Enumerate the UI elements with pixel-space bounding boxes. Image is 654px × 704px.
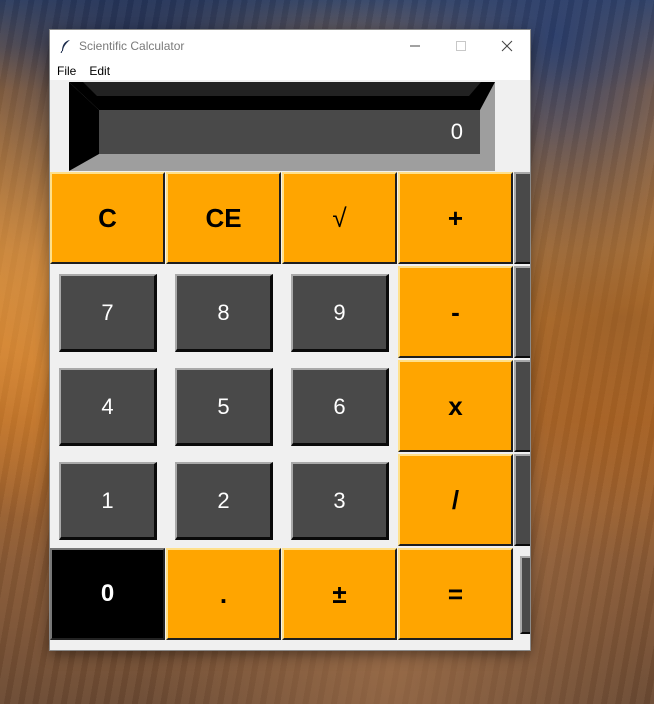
digit-4-button[interactable]: 4 [59,368,157,446]
subtract-button[interactable]: - [398,266,513,358]
sign-toggle-button[interactable]: ± [282,548,397,640]
equals-button[interactable]: = [398,548,513,640]
maximize-icon [456,40,466,51]
scientific-key-partial[interactable] [520,556,530,634]
digit-1-button[interactable]: 1 [59,462,157,540]
digit-6-button[interactable]: 6 [291,368,389,446]
clear-entry-button[interactable]: CE [166,172,281,264]
display-frame: 0 [69,82,495,171]
scientific-key-partial[interactable] [514,454,530,546]
close-icon [501,40,513,51]
digit-5-button[interactable]: 5 [175,368,273,446]
scientific-key-partial[interactable] [514,266,530,358]
digit-7-button[interactable]: 7 [59,274,157,352]
display-bevel-inner [83,82,481,96]
calculator-window: Scientific Calculator File Edit 0 C CE √… [50,30,530,650]
display-area: 0 [50,80,530,171]
add-button[interactable]: + [398,172,513,264]
window-title: Scientific Calculator [79,38,185,53]
divide-button[interactable]: / [398,454,513,546]
sqrt-button[interactable]: √ [282,172,397,264]
clear-button[interactable]: C [50,172,165,264]
digit-0-button[interactable]: 0 [50,548,165,640]
digit-8-button[interactable]: 8 [175,274,273,352]
feather-icon [58,38,74,54]
multiply-button[interactable]: x [398,360,513,452]
decimal-button[interactable]: . [166,548,281,640]
window-bottom [50,640,530,650]
display-value: 0 [450,119,463,144]
maximize-button[interactable] [438,30,484,61]
title-bar[interactable]: Scientific Calculator [50,30,530,61]
menu-file[interactable]: File [50,64,82,78]
close-button[interactable] [484,30,530,61]
display-screen[interactable]: 0 [99,110,480,154]
menu-edit[interactable]: Edit [82,64,116,78]
minimize-icon [410,45,420,46]
digit-3-button[interactable]: 3 [291,462,389,540]
scientific-key-partial[interactable] [514,172,530,264]
digit-9-button[interactable]: 9 [291,274,389,352]
digit-2-button[interactable]: 2 [175,462,273,540]
minimize-button[interactable] [392,30,438,61]
menu-bar: File Edit [50,61,530,80]
scientific-key-partial[interactable] [514,360,530,452]
